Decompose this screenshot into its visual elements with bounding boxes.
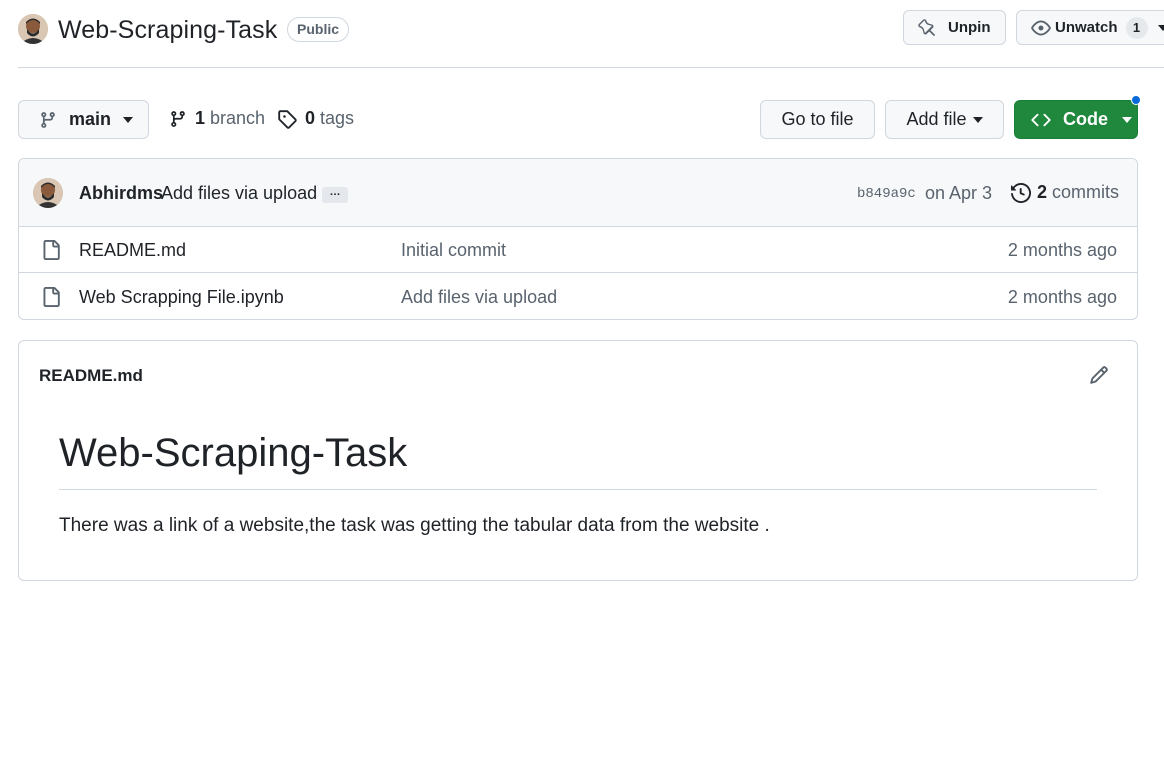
branch-icon (169, 110, 187, 128)
unwatch-label: Unwatch (1055, 19, 1118, 36)
unpin-button[interactable]: Unpin (903, 10, 1006, 45)
tags-link[interactable]: 0 tags (277, 108, 354, 129)
history-icon (1011, 182, 1031, 203)
readme-title: Web-Scraping-Task (59, 429, 1097, 490)
commit-author-avatar[interactable] (33, 178, 63, 208)
code-label: Code (1063, 109, 1108, 129)
branches-count: 1 (195, 108, 206, 128)
owner-avatar[interactable] (18, 14, 48, 44)
file-age: 2 months ago (1007, 287, 1117, 307)
commits-history-link[interactable]: 2 commits (1011, 182, 1119, 203)
branches-link[interactable]: 1 branch (169, 108, 265, 129)
repo-header: Web-Scraping-Task Public Unpin Unwatch 1 (18, 0, 1164, 68)
file-name[interactable]: README.md (79, 240, 186, 261)
unpin-label: Unpin (948, 19, 991, 36)
readme-body: There was a link of a website,the task w… (59, 515, 770, 536)
pin-icon (918, 18, 936, 37)
chevron-down-icon (972, 116, 983, 123)
file-name[interactable]: Web Scrapping File.ipynb (79, 287, 284, 308)
file-age: 2 months ago (1007, 240, 1117, 260)
branch-select-button[interactable]: main (18, 100, 149, 139)
commit-author[interactable]: Abhirdms (79, 183, 163, 204)
add-file-label: Add file (906, 109, 967, 129)
repo-name[interactable]: Web-Scraping-Task (58, 14, 277, 46)
file-commit-message[interactable]: Add files via upload (401, 287, 557, 308)
chevron-down-icon (1122, 116, 1132, 123)
unwatch-button[interactable]: Unwatch 1 (1016, 10, 1164, 45)
file-commit-message[interactable]: Initial commit (401, 240, 506, 261)
file-icon (41, 240, 61, 260)
code-button[interactable]: Code (1014, 100, 1138, 139)
branch-icon (39, 111, 57, 129)
readme-panel: README.md Web-Scraping-Task There was a … (18, 340, 1138, 581)
file-row[interactable]: Web Scrapping File.ipynb Add files via u… (19, 274, 1137, 319)
code-icon (1031, 110, 1051, 130)
tags-count: 0 (305, 108, 316, 128)
pencil-icon[interactable] (1089, 365, 1109, 385)
file-row[interactable]: README.md Initial commit 2 months ago (19, 227, 1137, 273)
commit-sha[interactable]: b849a9c (857, 186, 916, 202)
commit-details-button[interactable]: … (322, 187, 348, 203)
commits-label: commits (1052, 182, 1120, 202)
latest-commit-bar: Abhirdms Add files via upload … b849a9c … (19, 159, 1137, 227)
commit-date: on Apr 3 (925, 183, 993, 203)
chevron-down-icon (123, 116, 134, 123)
eye-icon (1031, 18, 1051, 38)
watch-counter: 1 (1125, 16, 1148, 39)
notification-dot (1131, 95, 1141, 105)
file-browser: Abhirdms Add files via upload … b849a9c … (18, 158, 1138, 320)
file-icon (41, 287, 61, 307)
go-to-file-button[interactable]: Go to file (760, 100, 875, 139)
tag-icon (277, 109, 297, 129)
visibility-badge: Public (287, 17, 350, 42)
commits-count: 2 (1037, 182, 1048, 202)
readme-file-name[interactable]: README.md (39, 366, 143, 386)
branch-name: main (69, 109, 112, 129)
tags-label: tags (320, 108, 355, 128)
go-to-file-label: Go to file (781, 109, 854, 129)
branches-label: branch (210, 108, 266, 128)
commit-message[interactable]: Add files via upload (161, 183, 317, 204)
add-file-button[interactable]: Add file (885, 100, 1004, 139)
chevron-down-icon[interactable] (1157, 24, 1164, 31)
